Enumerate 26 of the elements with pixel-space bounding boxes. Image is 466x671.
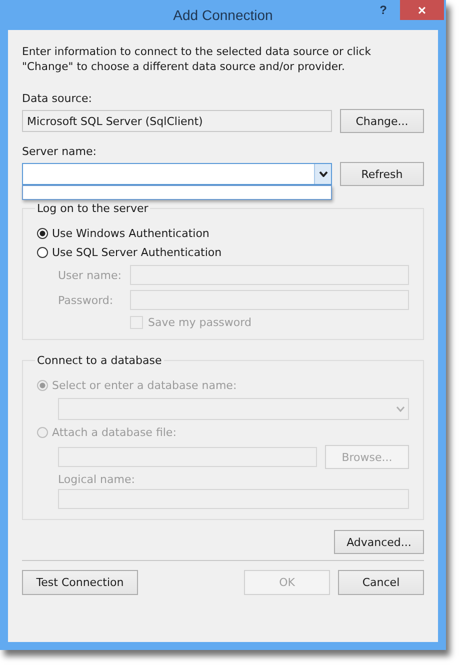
radio-label[interactable]: Use Windows Authentication — [52, 227, 210, 240]
field-label: Password: — [58, 294, 114, 306]
dialog-button[interactable]: Test Connection — [22, 570, 138, 595]
radio-button[interactable] — [37, 228, 48, 239]
refresh-button[interactable]: Refresh — [340, 162, 424, 186]
field-label: Data source: — [22, 92, 93, 105]
change-button[interactable]: Change... — [340, 109, 424, 133]
field-label: Logical name: — [58, 473, 136, 486]
radio-label[interactable]: Use SQL Server Authentication — [52, 246, 222, 259]
description-text: Enter information to connect to the selected data source or click "Change" to choose a different data source and/or provider. — [22, 44, 372, 74]
field-label: Server name: — [22, 145, 98, 158]
field-label: User name: — [58, 268, 122, 282]
radio-button[interactable] — [37, 247, 48, 258]
close-button[interactable]: × — [400, 0, 444, 20]
input-field[interactable] — [58, 447, 317, 467]
group-title: Log on to the server — [36, 202, 150, 215]
window-title: Add Connection — [173, 7, 273, 23]
advanced-button[interactable]: Advanced... — [334, 530, 424, 554]
input-field[interactable] — [130, 265, 409, 285]
input-field[interactable] — [58, 489, 409, 509]
data-source-field[interactable]: Microsoft SQL Server (SqlClient) — [22, 110, 332, 132]
dropdown-icon[interactable] — [314, 164, 331, 184]
input-field[interactable] — [130, 290, 409, 310]
group-title: Connect to a database — [36, 354, 163, 367]
help-button[interactable]: ? — [376, 0, 391, 20]
dialog-button[interactable]: Cancel — [338, 570, 424, 595]
